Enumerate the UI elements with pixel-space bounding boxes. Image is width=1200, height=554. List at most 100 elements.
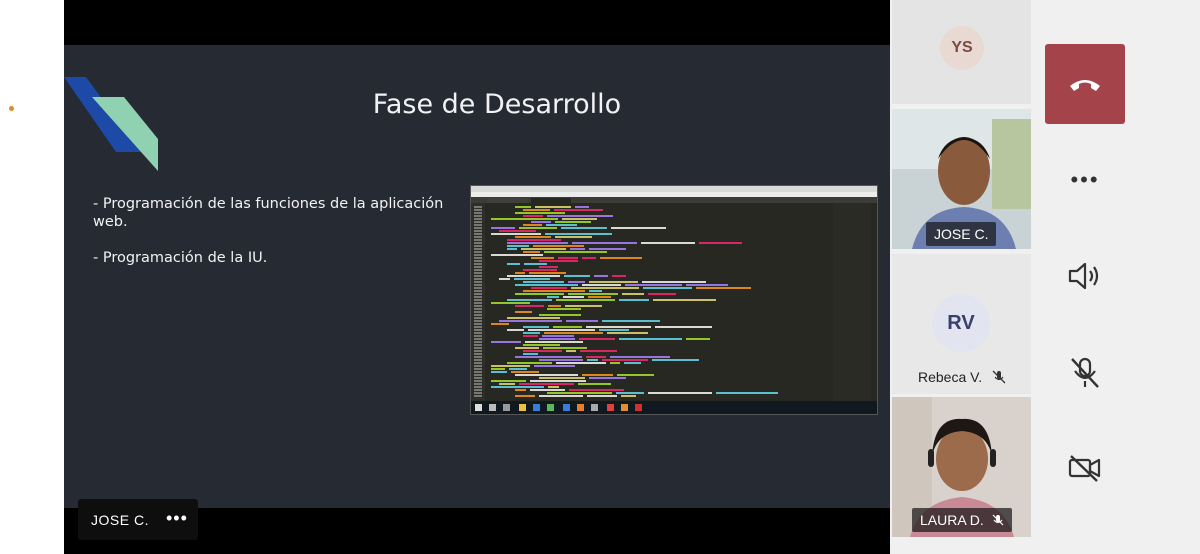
code-line [566,320,598,322]
avatar: YS [940,26,984,70]
hangup-button[interactable] [1045,44,1125,124]
line-number [474,308,482,310]
code-line [547,392,612,394]
code-line [534,365,575,367]
code-line [575,206,589,208]
line-number [474,371,482,373]
code-line [599,329,629,331]
participant-tile-ys[interactable]: YS [892,0,1031,104]
code-line [523,209,550,211]
line-number [474,368,482,370]
code-line [507,245,529,247]
more-options-icon[interactable]: ••• [166,508,188,529]
code-line [491,233,541,235]
participant-tile-laura[interactable]: LAURA D. [892,397,1031,537]
bullet-item: - Programación de la IU. [93,250,268,266]
line-number [474,278,482,280]
code-editor-screenshot [470,185,878,415]
code-line [515,347,539,349]
code-line [539,338,575,340]
line-number [474,305,482,307]
code-line [548,305,561,307]
line-number [474,299,482,301]
code-line [521,248,566,250]
code-line [519,383,574,385]
code-line [586,326,651,328]
code-line [523,224,542,226]
code-line [524,263,547,265]
line-number [474,269,482,271]
line-number [474,230,482,232]
code-line [515,212,565,214]
code-line [530,380,586,382]
code-line [539,395,583,397]
line-number [474,314,482,316]
line-number [474,392,482,394]
code-line [563,296,584,298]
presenter-name-pill[interactable]: JOSE C. ••• [78,499,198,540]
code-line [616,392,644,394]
code-line [523,332,540,334]
more-button[interactable]: ••• [1045,150,1125,210]
code-line [507,248,517,250]
code-line [582,257,596,259]
code-line [587,359,598,361]
code-line [589,281,638,283]
code-line [619,338,682,340]
line-number [474,251,482,253]
code-line [648,293,676,295]
line-number [474,209,482,211]
code-line [547,308,581,310]
speaker-icon [1068,262,1099,290]
code-line [619,299,649,301]
code-line [582,284,621,286]
line-number [474,215,482,217]
code-line [612,275,626,277]
line-number [474,224,482,226]
camera-button[interactable] [1045,438,1125,498]
code-line [641,242,695,244]
code-line [568,281,585,283]
participant-tile-rebeca[interactable]: RV Rebeca V. [892,254,1031,394]
status-dot [9,106,14,111]
code-line [491,386,544,388]
code-line [589,290,602,292]
code-line [539,314,581,316]
line-number [474,287,482,289]
line-number [474,302,482,304]
code-line [491,371,507,373]
code-line [509,368,527,370]
code-line [561,227,607,229]
line-number [474,359,482,361]
code-line [544,251,607,253]
code-line [507,239,561,241]
speaker-button[interactable] [1045,246,1125,306]
code-line [523,251,540,253]
code-line [507,362,552,364]
code-line [515,395,535,397]
line-number [474,296,482,298]
line-number [474,362,482,364]
code-line [648,392,712,394]
code-line [523,269,557,271]
line-number [474,374,482,376]
bullet-item: - Programación de las funciones de la ap… [93,196,444,230]
line-number [474,248,482,250]
line-number [474,227,482,229]
line-number [474,377,482,379]
code-line [642,281,706,283]
microphone-button[interactable] [1045,343,1125,403]
code-line [491,227,515,229]
code-line [523,290,585,292]
participant-name: LAURA D. [912,508,1012,532]
code-line [617,374,654,376]
participant-tile-jose[interactable]: JOSE C. [892,109,1031,249]
code-line [562,218,597,220]
code-line [539,359,583,361]
line-number [474,233,482,235]
code-line [621,395,636,397]
code-line [602,320,660,322]
line-number [474,275,482,277]
code-line [523,215,543,217]
line-number [474,344,482,346]
